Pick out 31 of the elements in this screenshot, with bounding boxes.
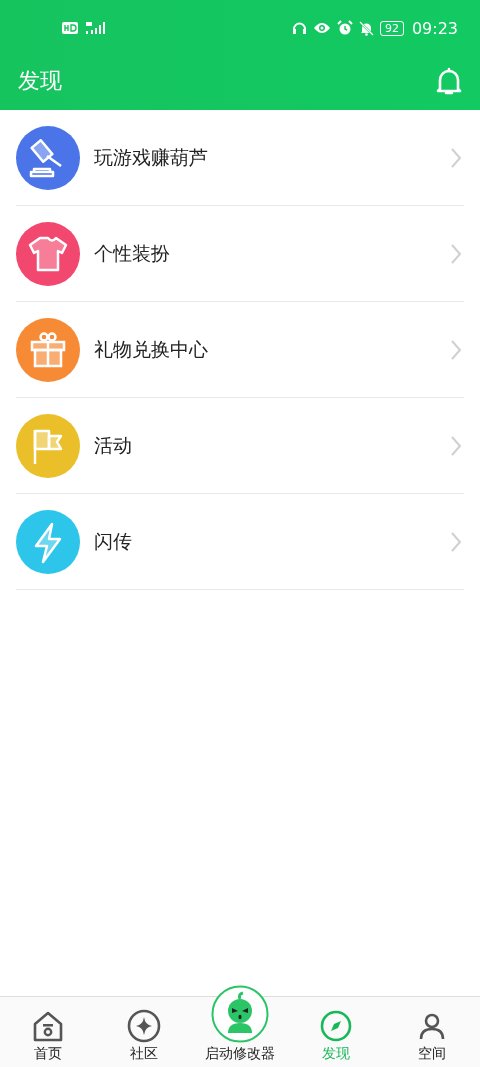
menu-label: 礼物兑换中心	[94, 336, 209, 362]
menu-label: 玩游戏赚葫芦	[94, 144, 209, 170]
nav-tab[interactable]: 启动修改器	[192, 977, 288, 1067]
chevron-right-icon	[450, 530, 462, 553]
menu-item[interactable]: 礼物兑换中心	[16, 302, 464, 398]
chevron-right-icon	[450, 338, 462, 361]
status-time: 09:23	[411, 18, 458, 38]
compass-icon	[319, 1009, 353, 1043]
bell-off-icon	[358, 20, 374, 36]
nav-tab[interactable]: 首页	[0, 997, 96, 1067]
menu-item[interactable]: 闪传	[16, 494, 464, 590]
nav-tab[interactable]: 社区	[96, 997, 192, 1067]
menu-item[interactable]: 个性装扮	[16, 206, 464, 302]
menu-label: 活动	[94, 432, 133, 458]
hd-icon	[62, 22, 78, 34]
menu-item[interactable]: 活动	[16, 398, 464, 494]
house-icon	[31, 1009, 65, 1043]
chevron-right-icon	[450, 434, 462, 457]
eye-icon	[312, 22, 331, 34]
page-title: 发现	[18, 67, 62, 95]
battery-indicator: 92	[379, 20, 404, 36]
chevron-right-icon	[450, 146, 462, 169]
headphones-icon	[291, 21, 307, 35]
menu-label: 闪传	[94, 528, 133, 554]
menu-item[interactable]: 玩游戏赚葫芦	[16, 110, 464, 206]
sparkle-icon	[127, 1009, 161, 1043]
nav-tab[interactable]: 空间	[384, 997, 480, 1067]
alarm-icon	[336, 20, 353, 36]
bell-icon[interactable]	[434, 66, 464, 96]
chevron-right-icon	[450, 242, 462, 265]
menu-label: 个性装扮	[94, 240, 171, 266]
